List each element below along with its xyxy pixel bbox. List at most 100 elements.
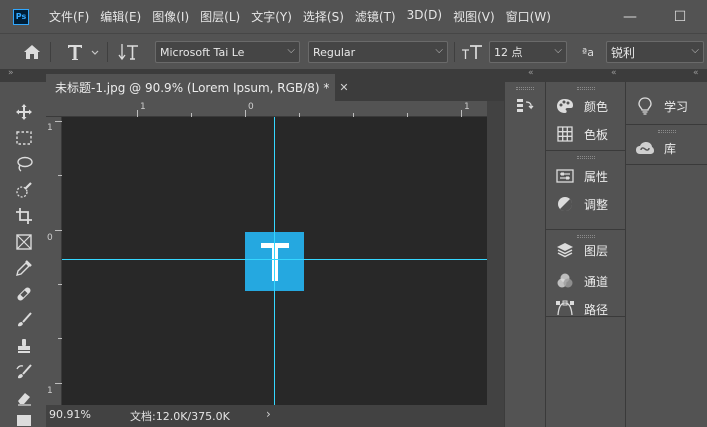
menu-type[interactable]: 文字(Y) [251,8,292,25]
menu-window[interactable]: 窗口(W) [506,8,551,25]
menu-image[interactable]: 图像(I) [152,8,189,25]
panel-learn[interactable]: 学习 [635,95,688,117]
divider [107,42,108,62]
menu-select[interactable]: 选择(S) [303,8,344,25]
chevron-right-icon[interactable]: › [266,407,271,421]
vertical-guide[interactable] [274,117,275,405]
move-tool-icon[interactable] [11,100,37,124]
photoshop-logo[interactable]: Ps [13,8,29,25]
gradient-tool-icon[interactable] [11,410,37,427]
antialias-value: 锐利 [611,45,636,60]
panel-label: 图层 [584,243,609,258]
panel-adjustments[interactable]: 调整 [555,193,608,215]
panel-grip[interactable] [576,156,595,159]
chevron-down-icon: ⌵ [287,45,295,56]
panel-layers[interactable]: 图层 [555,235,609,260]
vertical-ruler[interactable]: 1 0 1 [46,117,62,405]
options-bar: Microsoft Tai Le ⌵ Regular ⌵ 12 点 ⌵ ªa 锐… [0,33,707,70]
collapse-arrows-icon: « [528,68,533,78]
panel-grip[interactable] [657,130,676,133]
toolbar-collapse-strip[interactable]: » [0,68,46,82]
font-size-select[interactable]: 12 点 ⌵ [489,41,567,63]
clone-stamp-tool-icon[interactable] [11,334,37,358]
home-icon[interactable] [20,42,44,62]
creative-cloud-icon [635,138,655,158]
menu-3d[interactable]: 3D(D) [407,8,442,25]
document-tab[interactable]: 未标题-1.jpg @ 90.9% (Lorem Ipsum, RGB/8) *… [46,74,349,101]
chevron-down-icon: ⌵ [435,45,443,56]
status-bar: 90.91% 文档:12.0K/375.0K › [46,405,504,427]
panel-label: 颜色 [584,99,609,114]
panel-column-2: 学习 库 [625,82,707,427]
menu-filter[interactable]: 滤镜(T) [355,8,396,25]
lasso-tool-icon[interactable] [11,152,37,176]
menu-file[interactable]: 文件(F) [49,8,89,25]
menu-layer[interactable]: 图层(L) [200,8,240,25]
panel-group-libraries: 库 [626,125,707,165]
dock-collapse-strip[interactable]: « [504,68,545,82]
panel-properties[interactable]: 属性 [555,165,608,187]
properties-sliders-icon [555,166,575,186]
horizontal-ruler[interactable]: 1 0 1 [46,101,487,117]
panel-label: 通道 [584,274,609,289]
panel-channels[interactable]: 通道 [555,270,608,292]
panel-paths[interactable]: 路径 [555,298,608,320]
menu-edit[interactable]: 编辑(E) [100,8,141,25]
divider [454,42,455,62]
panel-group-learn: 学习 [626,82,707,125]
history-icon[interactable] [515,96,535,116]
collapse-arrows-icon: « [611,68,616,78]
antialias-icon: ªa [582,45,594,59]
panel-grip[interactable] [576,87,595,90]
panel-collapse-strip[interactable]: « [625,68,707,82]
panel-label: 学习 [664,99,689,114]
paths-pen-icon [555,299,575,319]
font-family-select[interactable]: Microsoft Tai Le ⌵ [155,41,300,63]
frame-tool-icon[interactable] [11,230,37,254]
panel-grip[interactable] [516,87,534,90]
menu-view[interactable]: 视图(V) [453,8,495,25]
ruler-label: 0 [248,102,254,112]
history-brush-tool-icon[interactable] [11,360,37,384]
panel-label: 色板 [584,127,609,142]
panel-swatches[interactable]: 色板 [555,123,608,145]
toggle-text-orientation-icon[interactable] [117,41,141,63]
eraser-tool-icon[interactable] [11,386,37,410]
brush-tool-icon[interactable] [11,308,37,332]
antialias-select[interactable]: 锐利 ⌵ [606,41,704,63]
panel-label: 调整 [584,197,609,212]
font-size-icon [460,42,484,62]
close-icon[interactable]: ✕ [339,81,348,94]
layers-stack-icon [555,240,575,260]
divider [50,42,51,62]
panel-libraries[interactable]: 库 [635,137,676,159]
channels-circles-icon [555,271,575,291]
panel-group-properties: 属性 调整 [546,151,625,230]
vertical-scrollbar[interactable] [487,101,504,405]
ruler-label: 0 [47,233,53,243]
eyedropper-tool-icon[interactable] [11,256,37,280]
font-style-select[interactable]: Regular ⌵ [308,41,448,63]
minimize-button[interactable]: — [610,0,650,33]
ruler-ticks [137,110,462,117]
panel-color[interactable]: 颜色 [555,95,608,117]
type-tool-preset-icon[interactable] [64,40,102,64]
panel-label: 库 [664,141,677,156]
restore-button[interactable]: ☐ [660,0,700,33]
healing-brush-tool-icon[interactable] [11,282,37,306]
crop-tool-icon[interactable] [11,204,37,228]
collapse-arrows-icon: « [693,68,698,78]
zoom-level[interactable]: 90.91% [49,408,91,421]
font-style-value: Regular [313,45,356,59]
tools-panel [0,82,46,427]
ruler-label: 1 [47,386,53,396]
panel-group-color: 颜色 色板 [546,82,625,151]
canvas-area[interactable] [62,117,487,405]
panel-label: 路径 [584,302,609,317]
chevron-down-icon: ⌵ [554,45,562,56]
panel-collapse-strip[interactable]: « [545,68,625,82]
adjustments-circle-icon [555,194,575,214]
marquee-tool-icon[interactable] [11,126,37,150]
panel-dock-iconic [504,82,545,427]
quick-selection-tool-icon[interactable] [11,178,37,202]
